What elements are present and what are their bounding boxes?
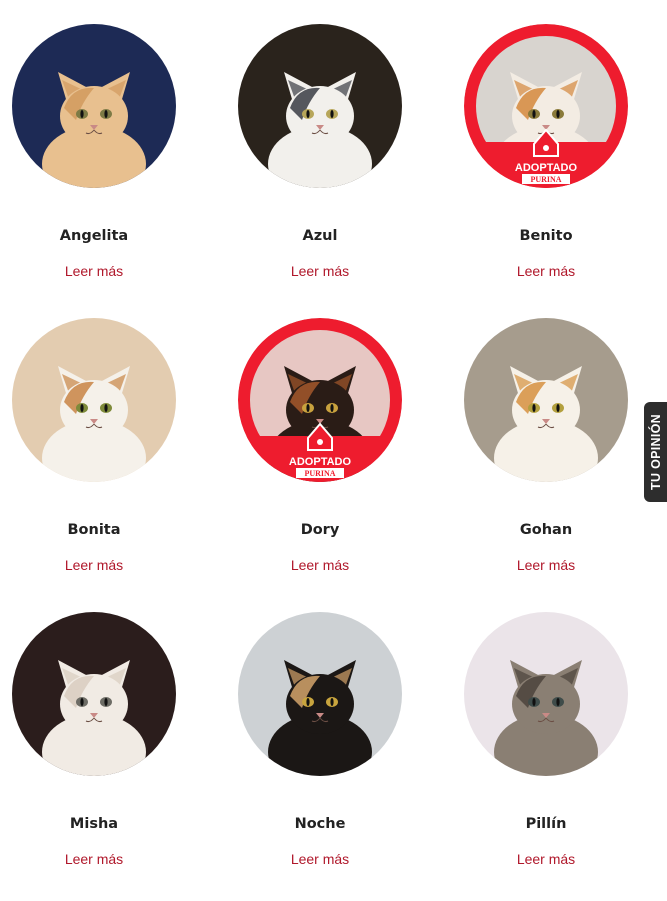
cat-name: Noche [294, 816, 346, 832]
read-more-link[interactable]: Leer más [188, 557, 452, 573]
cat-card: Angelita Leer más [0, 0, 188, 294]
read-more-link[interactable]: Leer más [0, 557, 188, 573]
read-more-link[interactable]: Leer más [188, 851, 452, 867]
cat-photo[interactable] [12, 612, 176, 776]
cat-image [12, 318, 176, 482]
read-more-link[interactable]: Leer más [452, 851, 640, 867]
cat-card: Misha Leer más [0, 588, 188, 882]
read-more-link[interactable]: Leer más [188, 263, 452, 279]
cat-image [464, 318, 628, 482]
feedback-tab[interactable]: TU OPINIÓN [644, 402, 667, 502]
cat-photo[interactable] [464, 612, 628, 776]
cat-image: ADOPTADOPURINA [238, 318, 402, 482]
cat-name: Dory [300, 522, 340, 538]
cat-name: Azul [302, 228, 338, 244]
read-more-link[interactable]: Leer más [452, 263, 640, 279]
cat-photo[interactable]: ADOPTADO PURINA [238, 318, 402, 482]
pet-grid: Angelita Leer más Azul Leer más ADOPTADO… [0, 0, 640, 882]
cat-photo[interactable] [12, 24, 176, 188]
read-more-link[interactable]: Leer más [0, 263, 188, 279]
cat-card: Bonita Leer más [0, 294, 188, 588]
cat-photo[interactable] [12, 318, 176, 482]
cat-image [238, 24, 402, 188]
cat-card: ADOPTADO PURINA Benito Leer más [452, 0, 640, 294]
cat-card: Noche Leer más [188, 588, 452, 882]
adopted-label: ADOPTADO [515, 162, 578, 174]
cat-name: Benito [519, 228, 573, 244]
brand-label: PURINA [530, 175, 561, 184]
cat-card: ADOPTADO PURINA Dory Leer más [188, 294, 452, 588]
cat-card: Pillín Leer más [452, 588, 640, 882]
cat-name: Bonita [67, 522, 121, 538]
read-more-link[interactable]: Leer más [0, 851, 188, 867]
cat-image [238, 612, 402, 776]
cat-card: Gohan Leer más [452, 294, 640, 588]
cat-image: ADOPTADOPURINA [464, 24, 628, 188]
adopted-label: ADOPTADO [289, 456, 352, 468]
cat-card: Azul Leer más [188, 0, 452, 294]
cat-name: Pillín [525, 816, 567, 832]
feedback-tab-label: TU OPINIÓN [648, 414, 663, 490]
cat-image [12, 24, 176, 188]
cat-name: Angelita [59, 228, 129, 244]
cat-image [464, 612, 628, 776]
cat-photo[interactable] [238, 24, 402, 188]
cat-photo[interactable] [464, 318, 628, 482]
brand-label: PURINA [304, 469, 335, 478]
cat-photo[interactable]: ADOPTADO PURINA [464, 24, 628, 188]
cat-name: Gohan [519, 522, 573, 538]
cat-name: Misha [69, 816, 119, 832]
cat-image [12, 612, 176, 776]
read-more-link[interactable]: Leer más [452, 557, 640, 573]
cat-photo[interactable] [238, 612, 402, 776]
